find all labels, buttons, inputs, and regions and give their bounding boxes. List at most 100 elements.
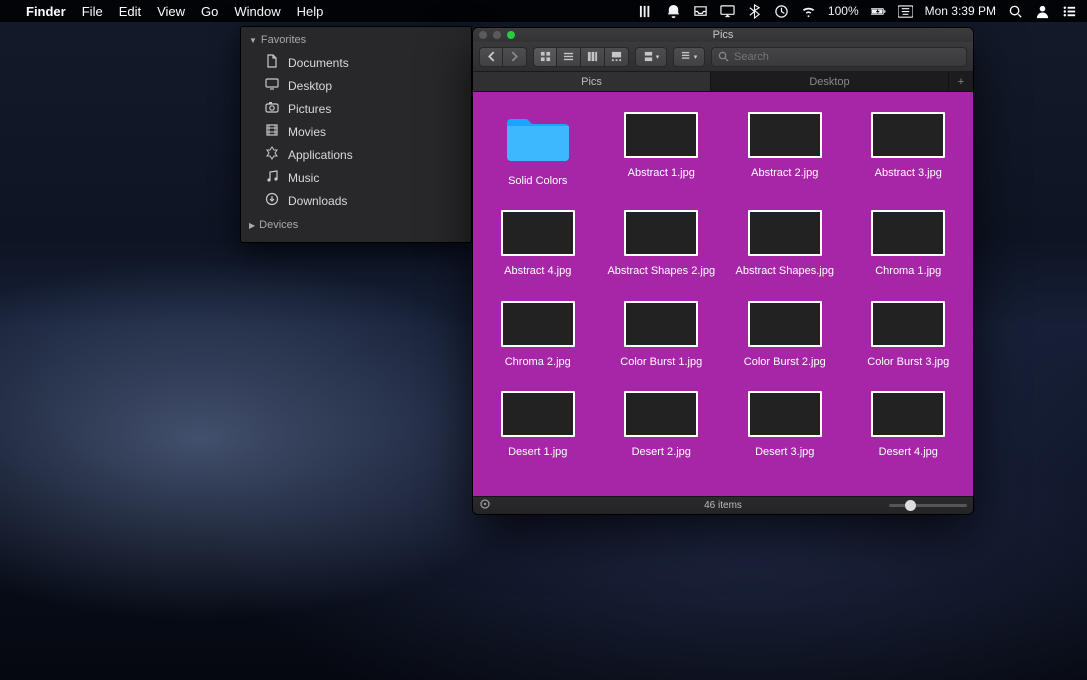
arrange-button[interactable]: ▾ [635, 47, 667, 67]
user-icon[interactable] [1035, 4, 1050, 19]
tab-bar: Pics Desktop + [473, 72, 973, 92]
sidebar-item-applications[interactable]: Applications [241, 143, 471, 166]
view-columns-button[interactable] [581, 47, 605, 67]
file-name: Abstract 1.jpg [628, 166, 695, 180]
file-item[interactable]: Chroma 2.jpg [479, 295, 597, 375]
file-item[interactable]: Abstract 1.jpg [603, 106, 721, 194]
file-item[interactable]: Abstract Shapes.jpg [726, 204, 844, 284]
file-item[interactable]: Desert 1.jpg [479, 385, 597, 465]
file-name: Desert 2.jpg [632, 445, 691, 459]
spotlight-icon[interactable] [1008, 4, 1023, 19]
image-thumbnail [748, 301, 822, 347]
file-item[interactable]: Color Burst 2.jpg [726, 295, 844, 375]
inbox-icon[interactable] [693, 4, 708, 19]
sidebar-item-label: Downloads [288, 194, 347, 208]
file-item[interactable]: Abstract 2.jpg [726, 106, 844, 194]
image-thumbnail [624, 210, 698, 256]
menu-help[interactable]: Help [297, 4, 324, 19]
window-titlebar[interactable]: Pics [473, 28, 973, 42]
desktop-icon [265, 77, 279, 94]
action-button[interactable]: ▾ [673, 47, 705, 67]
file-item[interactable]: Desert 3.jpg [726, 385, 844, 465]
file-item[interactable]: Color Burst 1.jpg [603, 295, 721, 375]
wifi-icon[interactable] [801, 4, 816, 19]
tab-desktop[interactable]: Desktop [711, 72, 949, 91]
disclosure-triangle-icon: ▶ [249, 221, 255, 230]
time-machine-icon[interactable] [774, 4, 789, 19]
search-field[interactable] [711, 47, 967, 67]
file-name: Chroma 2.jpg [505, 355, 571, 369]
battery-percent: 100% [828, 4, 859, 18]
sidebar-item-downloads[interactable]: Downloads [241, 189, 471, 212]
icon-size-slider[interactable] [889, 504, 967, 507]
file-name: Chroma 1.jpg [875, 264, 941, 278]
file-name: Desert 1.jpg [508, 445, 567, 459]
sidebar-item-label: Music [288, 171, 319, 185]
image-thumbnail [748, 391, 822, 437]
image-thumbnail [871, 391, 945, 437]
sidebar-item-music[interactable]: Music [241, 166, 471, 189]
file-name: Abstract 3.jpg [875, 166, 942, 180]
file-grid[interactable]: Solid Colors Abstract 1.jpg Abstract 2.jpg… [473, 92, 973, 496]
window-minimize-button[interactable] [493, 31, 501, 39]
forward-button[interactable] [503, 47, 527, 67]
menu-edit[interactable]: Edit [119, 4, 141, 19]
menu-file[interactable]: File [82, 4, 103, 19]
sidebar-item-movies[interactable]: Movies [241, 120, 471, 143]
new-tab-button[interactable]: + [949, 72, 973, 91]
film-icon [265, 123, 279, 140]
file-item[interactable]: Chroma 1.jpg [850, 204, 968, 284]
status-bar: 46 items [473, 496, 973, 514]
menu-view[interactable]: View [157, 4, 185, 19]
tab-pics[interactable]: Pics [473, 72, 711, 91]
sidebar-item-pictures[interactable]: Pictures [241, 97, 471, 120]
file-item[interactable]: Solid Colors [479, 106, 597, 194]
folder-icon [502, 112, 574, 166]
disclosure-triangle-icon: ▼ [249, 36, 257, 45]
camera-icon [265, 100, 279, 117]
image-thumbnail [501, 391, 575, 437]
search-input[interactable] [734, 51, 960, 63]
menubar-grid-icon[interactable] [639, 4, 654, 19]
back-button[interactable] [479, 47, 503, 67]
view-gallery-button[interactable] [605, 47, 629, 67]
app-menu[interactable]: Finder [26, 4, 66, 19]
sidebar-item-desktop[interactable]: Desktop [241, 74, 471, 97]
sidebar-item-label: Applications [288, 148, 353, 162]
favorites-heading[interactable]: ▼ Favorites [241, 27, 471, 51]
window-zoom-button[interactable] [507, 31, 515, 39]
sidebar-item-label: Desktop [288, 79, 332, 93]
path-bar-button[interactable] [479, 498, 491, 513]
sidebar-item-documents[interactable]: Documents [241, 51, 471, 74]
battery-icon[interactable] [871, 4, 886, 19]
finder-toolbar: ▾ ▾ [473, 42, 973, 72]
file-item[interactable]: Abstract 4.jpg [479, 204, 597, 284]
file-name: Desert 4.jpg [879, 445, 938, 459]
file-item[interactable]: Desert 4.jpg [850, 385, 968, 465]
image-thumbnail [501, 210, 575, 256]
devices-heading[interactable]: ▶ Devices [241, 212, 471, 236]
image-thumbnail [624, 301, 698, 347]
sidebar-item-label: Movies [288, 125, 326, 139]
download-icon [265, 192, 279, 209]
devices-heading-label: Devices [259, 219, 298, 231]
file-item[interactable]: Abstract Shapes 2.jpg [603, 204, 721, 284]
file-item[interactable]: Color Burst 3.jpg [850, 295, 968, 375]
bluetooth-icon[interactable] [747, 4, 762, 19]
view-list-button[interactable] [557, 47, 581, 67]
menu-go[interactable]: Go [201, 4, 218, 19]
clock[interactable]: Mon 3:39 PM [925, 4, 996, 18]
airplay-icon[interactable] [720, 4, 735, 19]
file-item[interactable]: Abstract 3.jpg [850, 106, 968, 194]
keyboard-layout-icon[interactable] [898, 4, 913, 19]
menu-window[interactable]: Window [234, 4, 280, 19]
window-close-button[interactable] [479, 31, 487, 39]
view-icons-button[interactable] [533, 47, 557, 67]
notification-center-icon[interactable] [666, 4, 681, 19]
file-name: Solid Colors [508, 174, 567, 188]
file-name: Color Burst 1.jpg [620, 355, 702, 369]
file-name: Abstract 4.jpg [504, 264, 571, 278]
list-icon[interactable] [1062, 4, 1077, 19]
file-item[interactable]: Desert 2.jpg [603, 385, 721, 465]
file-name: Abstract Shapes.jpg [736, 264, 834, 278]
